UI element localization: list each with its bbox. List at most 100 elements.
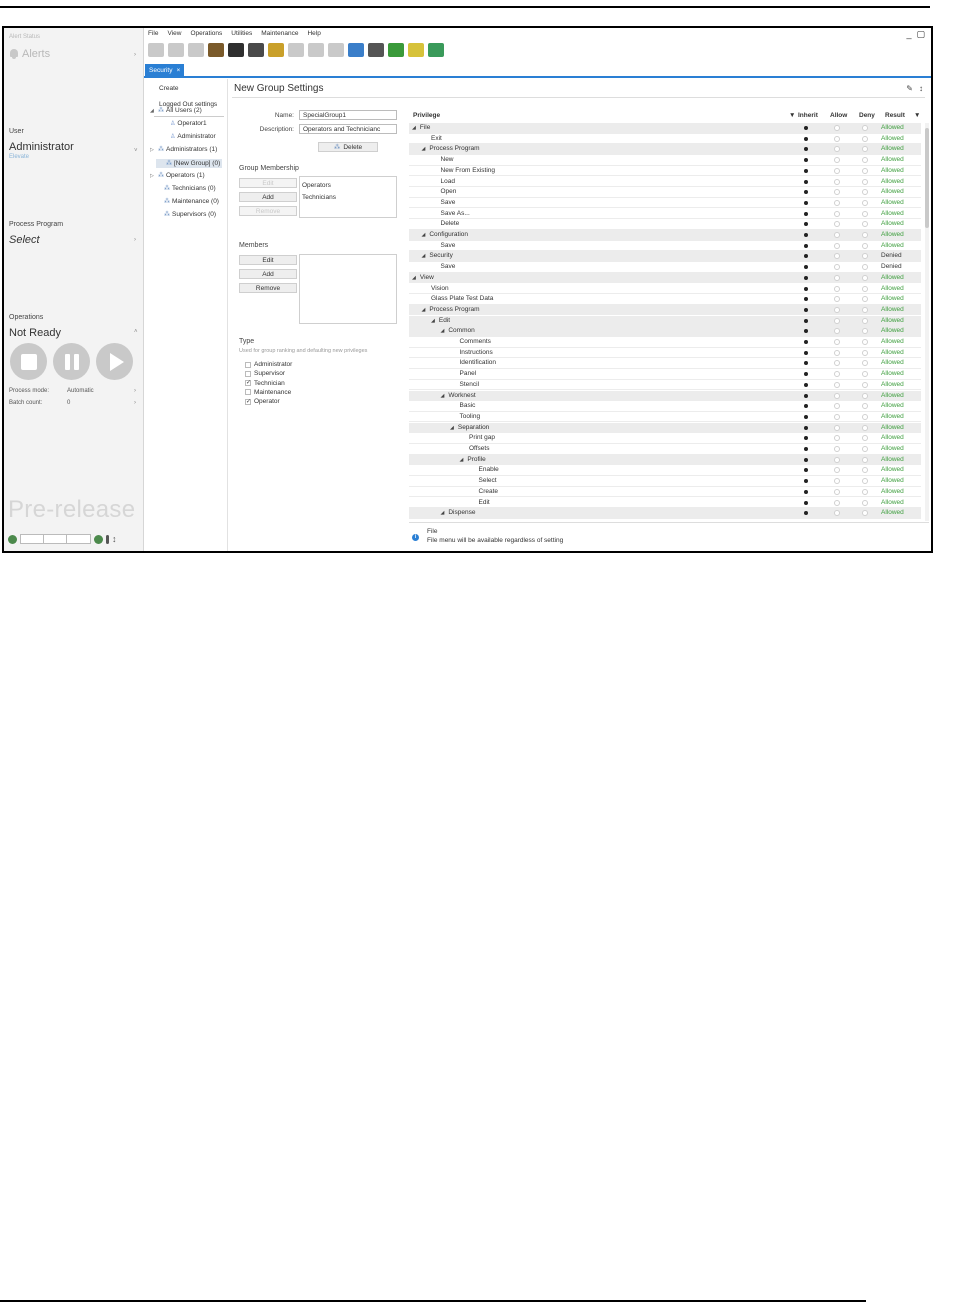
alerts-chevron-icon[interactable]: › bbox=[134, 52, 136, 58]
deny-radio[interactable] bbox=[862, 221, 868, 228]
inherit-radio[interactable] bbox=[804, 158, 808, 163]
process-mode-chevron-icon[interactable]: › bbox=[134, 388, 136, 394]
board-unload-icon[interactable] bbox=[248, 43, 264, 57]
deny-radio[interactable] bbox=[862, 296, 868, 303]
privilege-row[interactable]: Enable Allowed bbox=[409, 465, 921, 476]
list-item[interactable]: Technicians bbox=[302, 192, 394, 204]
allow-radio[interactable] bbox=[834, 210, 840, 217]
inherit-radio[interactable] bbox=[804, 468, 808, 473]
menu-help[interactable]: Help bbox=[307, 30, 320, 37]
user-chevron-icon[interactable]: ˅ bbox=[134, 148, 138, 154]
allow-radio[interactable] bbox=[834, 339, 840, 345]
squeegee-icon[interactable] bbox=[268, 43, 284, 57]
deny-radio[interactable] bbox=[862, 285, 868, 292]
deny-radio[interactable] bbox=[862, 413, 868, 420]
checkbox[interactable] bbox=[245, 370, 251, 377]
type-checkbox-row[interactable]: Supervisor bbox=[245, 370, 285, 377]
allow-radio[interactable] bbox=[834, 264, 840, 271]
privilege-row[interactable]: ◢ Configuration Allowed bbox=[409, 230, 921, 241]
inherit-radio[interactable] bbox=[804, 179, 808, 184]
deny-radio[interactable] bbox=[862, 328, 868, 335]
inherit-radio[interactable] bbox=[804, 222, 808, 227]
allow-radio[interactable] bbox=[834, 135, 840, 142]
description-field[interactable]: Operators and Technicianc bbox=[299, 124, 397, 134]
collapse-icon[interactable]: ◢ bbox=[412, 275, 416, 281]
inherit-radio[interactable] bbox=[804, 254, 808, 259]
deny-radio[interactable] bbox=[862, 467, 868, 474]
inherit-radio[interactable] bbox=[804, 190, 808, 195]
collapse-icon[interactable]: ◢ bbox=[441, 328, 445, 334]
inherit-radio[interactable] bbox=[804, 500, 808, 505]
column-result[interactable]: Result bbox=[885, 112, 905, 119]
allow-radio[interactable] bbox=[834, 199, 840, 206]
privilege-row[interactable]: ◢ Separation Allowed bbox=[409, 422, 921, 434]
inherit-radio[interactable] bbox=[804, 361, 808, 366]
batch-count-chevron-icon[interactable]: › bbox=[134, 400, 136, 406]
deny-radio[interactable] bbox=[862, 157, 868, 164]
allow-radio[interactable] bbox=[834, 253, 840, 260]
name-field[interactable]: SpecialGroup1 bbox=[299, 110, 397, 120]
user-value[interactable]: Administrator bbox=[9, 141, 74, 153]
collapse-icon[interactable]: ◢ bbox=[422, 253, 426, 259]
pin-icon[interactable]: ✎ bbox=[906, 84, 913, 93]
tree-item[interactable]: ⁂ Maintenance (0) bbox=[156, 198, 219, 205]
allow-radio[interactable] bbox=[834, 435, 840, 442]
menu-utilities[interactable]: Utilities bbox=[231, 30, 252, 37]
inherit-radio[interactable] bbox=[804, 382, 808, 387]
deny-radio[interactable] bbox=[862, 306, 868, 313]
deny-radio[interactable] bbox=[862, 456, 868, 463]
allow-radio[interactable] bbox=[834, 274, 840, 281]
allow-radio[interactable] bbox=[834, 478, 840, 485]
group-membership-list[interactable]: Operators Technicians bbox=[299, 176, 397, 218]
deny-radio[interactable] bbox=[862, 424, 868, 431]
stop-button[interactable] bbox=[10, 343, 47, 380]
inherit-radio[interactable] bbox=[804, 243, 808, 248]
inherit-radio[interactable] bbox=[804, 436, 808, 441]
wrench-icon[interactable] bbox=[148, 43, 164, 57]
allow-radio[interactable] bbox=[834, 125, 840, 131]
inherit-radio[interactable] bbox=[804, 136, 808, 141]
inherit-radio[interactable] bbox=[804, 479, 808, 484]
allow-radio[interactable] bbox=[834, 157, 840, 164]
menu-view[interactable]: View bbox=[167, 30, 181, 37]
allow-radio[interactable] bbox=[834, 510, 840, 517]
inherit-radio[interactable] bbox=[804, 425, 808, 430]
allow-radio[interactable] bbox=[834, 371, 840, 378]
inherit-radio[interactable] bbox=[804, 350, 808, 355]
inherit-radio[interactable] bbox=[804, 329, 808, 334]
deny-radio[interactable] bbox=[862, 381, 868, 388]
privilege-row[interactable]: Panel Allowed bbox=[409, 369, 921, 380]
board-print-icon[interactable] bbox=[228, 43, 244, 57]
allow-radio[interactable] bbox=[834, 381, 840, 388]
inherit-radio[interactable] bbox=[804, 233, 808, 237]
collapse-icon[interactable]: ◢ bbox=[431, 318, 435, 324]
deny-radio[interactable] bbox=[862, 317, 868, 324]
stencil-icon[interactable] bbox=[308, 43, 324, 57]
allow-radio[interactable] bbox=[834, 285, 840, 292]
allow-radio[interactable] bbox=[834, 467, 840, 474]
tree-item[interactable]: ▷ ⁂ Administrators (1) bbox=[150, 146, 217, 153]
inherit-radio[interactable] bbox=[804, 511, 808, 516]
privilege-row[interactable]: New Allowed bbox=[409, 155, 921, 166]
inherit-radio[interactable] bbox=[804, 265, 808, 270]
chat-icon[interactable] bbox=[428, 43, 444, 57]
mute-icon[interactable] bbox=[368, 43, 384, 57]
minimize-icon[interactable]: _ bbox=[906, 29, 911, 40]
checkbox[interactable]: ✓ bbox=[245, 398, 251, 405]
filter-icon[interactable]: ▼ bbox=[789, 112, 795, 119]
tree-item[interactable]: ◢ ⁂ All Users (2) bbox=[150, 107, 202, 114]
collapse-icon[interactable]: ◢ bbox=[450, 425, 454, 431]
deny-radio[interactable] bbox=[862, 499, 868, 506]
privilege-row[interactable]: ◢ Security Denied bbox=[409, 251, 921, 262]
allow-radio[interactable] bbox=[834, 306, 840, 313]
board-load-icon[interactable] bbox=[188, 43, 204, 57]
allow-radio[interactable] bbox=[834, 499, 840, 506]
privilege-row[interactable]: Open Allowed bbox=[409, 187, 921, 198]
collapse-icon[interactable]: ◢ bbox=[422, 232, 426, 238]
privilege-row[interactable]: ◢ View Allowed bbox=[409, 272, 921, 284]
inherit-radio[interactable] bbox=[804, 318, 808, 323]
members-edit-button[interactable]: Edit bbox=[239, 255, 297, 265]
inherit-radio[interactable] bbox=[804, 414, 808, 419]
checkbox[interactable] bbox=[245, 389, 251, 396]
operations-chevron-icon[interactable]: ˄ bbox=[134, 329, 138, 335]
